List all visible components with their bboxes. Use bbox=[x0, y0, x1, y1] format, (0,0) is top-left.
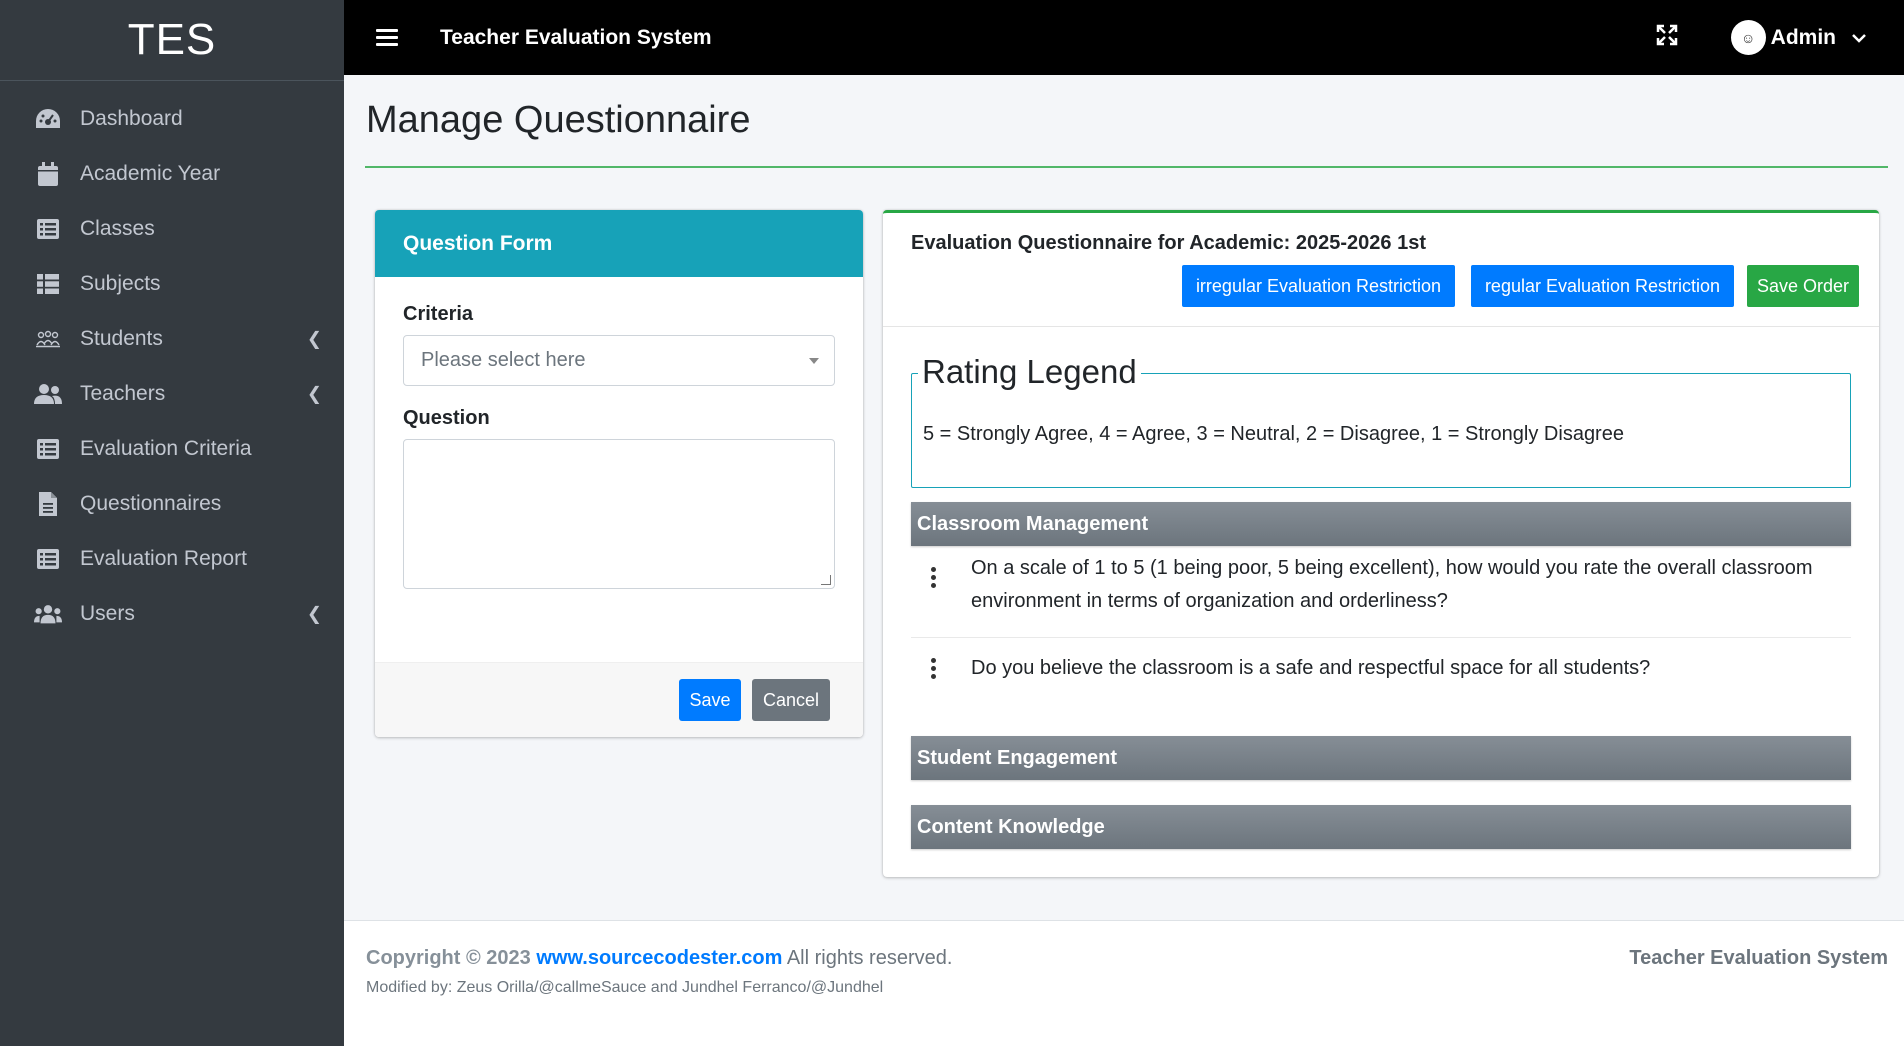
rating-legend-text: 5 = Strongly Agree, 4 = Agree, 3 = Neutr… bbox=[923, 423, 1624, 445]
footer-copyright: Copyright © 2023 www.sourcecodester.com … bbox=[366, 947, 952, 970]
group-icon bbox=[34, 600, 62, 628]
students-icon bbox=[34, 325, 62, 353]
question-item: On a scale of 1 to 5 (1 being poor, 5 be… bbox=[911, 552, 1851, 632]
sidebar-item-label: Teachers bbox=[80, 381, 166, 405]
dashboard-icon bbox=[34, 105, 62, 133]
rights-text: All rights reserved. bbox=[786, 947, 953, 969]
main-content: Manage Questionnaire Question Form Crite… bbox=[344, 75, 1904, 920]
sidebar-item-label: Students bbox=[80, 326, 163, 350]
brand-logo[interactable]: TES bbox=[0, 0, 344, 81]
criteria-label: Criteria bbox=[403, 303, 474, 325]
source-link[interactable]: www.sourcecodester.com bbox=[536, 947, 782, 969]
footer: Copyright © 2023 www.sourcecodester.com … bbox=[344, 920, 1904, 1046]
list-icon bbox=[34, 435, 62, 463]
sidebar-item-teachers[interactable]: Teachers ❮ bbox=[0, 366, 344, 421]
user-name: Admin bbox=[1770, 25, 1836, 49]
chevron-left-icon: ❮ bbox=[306, 603, 322, 623]
chevron-left-icon: ❮ bbox=[306, 383, 322, 403]
sidebar: TES Dashboard Academic Year Classes Subj… bbox=[0, 0, 344, 1046]
question-text: Do you believe the classroom is a safe a… bbox=[971, 657, 1651, 679]
page-title: Manage Questionnaire bbox=[366, 99, 751, 141]
list-icon bbox=[34, 545, 62, 573]
chevron-left-icon: ❮ bbox=[306, 328, 322, 348]
sidebar-item-label: Subjects bbox=[80, 271, 161, 295]
sidebar-item-dashboard[interactable]: Dashboard bbox=[0, 91, 344, 146]
question-text: On a scale of 1 to 5 (1 being poor, 5 be… bbox=[971, 557, 1813, 612]
rating-legend-title: Rating Legend bbox=[918, 354, 1141, 390]
sidebar-item-evaluation-criteria[interactable]: Evaluation Criteria bbox=[0, 421, 344, 476]
app-title: Teacher Evaluation System bbox=[440, 25, 712, 49]
criteria-header-student-engagement: Student Engagement bbox=[911, 736, 1851, 780]
drag-handle-icon[interactable] bbox=[931, 567, 937, 591]
questionnaire-header: Evaluation Questionnaire for Academic: 2… bbox=[883, 213, 1879, 327]
sidebar-item-academic-year[interactable]: Academic Year bbox=[0, 146, 344, 201]
drag-handle-icon[interactable] bbox=[931, 658, 937, 682]
question-form-card: Question Form Criteria Please select her… bbox=[375, 210, 863, 737]
sidebar-item-subjects[interactable]: Subjects bbox=[0, 256, 344, 311]
sidebar-item-label: Users bbox=[80, 601, 135, 625]
title-divider bbox=[365, 166, 1888, 168]
dropdown-arrow-icon bbox=[809, 358, 819, 364]
sidebar-item-label: Evaluation Criteria bbox=[80, 436, 252, 460]
file-icon bbox=[34, 490, 62, 518]
sidebar-item-evaluation-report[interactable]: Evaluation Report bbox=[0, 531, 344, 586]
sidebar-item-students[interactable]: Students ❮ bbox=[0, 311, 344, 366]
criteria-select[interactable]: Please select here bbox=[403, 335, 835, 386]
top-navbar: Teacher Evaluation System ☺ Admin bbox=[344, 0, 1904, 75]
criteria-select-placeholder: Please select here bbox=[421, 349, 586, 371]
sidebar-item-users[interactable]: Users ❮ bbox=[0, 586, 344, 641]
users-icon bbox=[34, 380, 62, 408]
question-label: Question bbox=[403, 407, 490, 429]
question-textarea[interactable] bbox=[403, 439, 835, 589]
table-icon bbox=[34, 270, 62, 298]
save-order-button[interactable]: Save Order bbox=[1747, 265, 1859, 307]
sidebar-item-label: Questionnaires bbox=[80, 491, 222, 515]
sidebar-nav: Dashboard Academic Year Classes Subjects… bbox=[0, 81, 344, 641]
questionnaire-card: Evaluation Questionnaire for Academic: 2… bbox=[883, 210, 1879, 877]
sidebar-item-label: Classes bbox=[80, 216, 155, 240]
hamburger-menu-icon[interactable] bbox=[376, 25, 398, 50]
question-form-body: Criteria Please select here Question bbox=[375, 277, 863, 589]
sidebar-item-questionnaires[interactable]: Questionnaires bbox=[0, 476, 344, 531]
calendar-icon bbox=[34, 160, 62, 188]
irregular-restriction-button[interactable]: irregular Evaluation Restriction bbox=[1182, 265, 1455, 307]
question-form-footer: Save Cancel bbox=[375, 662, 863, 737]
copyright-text: Copyright © 2023 bbox=[366, 947, 531, 969]
footer-app-name: Teacher Evaluation System bbox=[1629, 947, 1888, 969]
fullscreen-icon[interactable] bbox=[1656, 24, 1682, 50]
sidebar-item-classes[interactable]: Classes bbox=[0, 201, 344, 256]
sidebar-item-label: Evaluation Report bbox=[80, 546, 247, 570]
user-menu[interactable]: ☺ Admin bbox=[1730, 20, 1866, 55]
question-form-title: Question Form bbox=[375, 210, 863, 277]
criteria-header-content-knowledge: Content Knowledge bbox=[911, 805, 1851, 849]
sidebar-item-label: Dashboard bbox=[80, 106, 183, 130]
modified-by-text: Modified by: Zeus Orilla/@callmeSauce an… bbox=[366, 979, 884, 996]
chevron-down-icon bbox=[1852, 30, 1866, 46]
list-icon bbox=[34, 215, 62, 243]
question-divider bbox=[911, 637, 1851, 638]
criteria-header-classroom-management: Classroom Management bbox=[911, 502, 1851, 546]
sidebar-item-label: Academic Year bbox=[80, 161, 221, 185]
resize-handle-icon[interactable] bbox=[821, 575, 831, 585]
rating-legend: Rating Legend 5 = Strongly Agree, 4 = Ag… bbox=[911, 354, 1851, 488]
cancel-button[interactable]: Cancel bbox=[752, 679, 830, 721]
regular-restriction-button[interactable]: regular Evaluation Restriction bbox=[1471, 265, 1734, 307]
save-button[interactable]: Save bbox=[679, 679, 741, 721]
question-item: Do you believe the classroom is a safe a… bbox=[911, 652, 1851, 702]
avatar: ☺ bbox=[1730, 20, 1766, 55]
questionnaire-title: Evaluation Questionnaire for Academic: 2… bbox=[911, 232, 1427, 254]
